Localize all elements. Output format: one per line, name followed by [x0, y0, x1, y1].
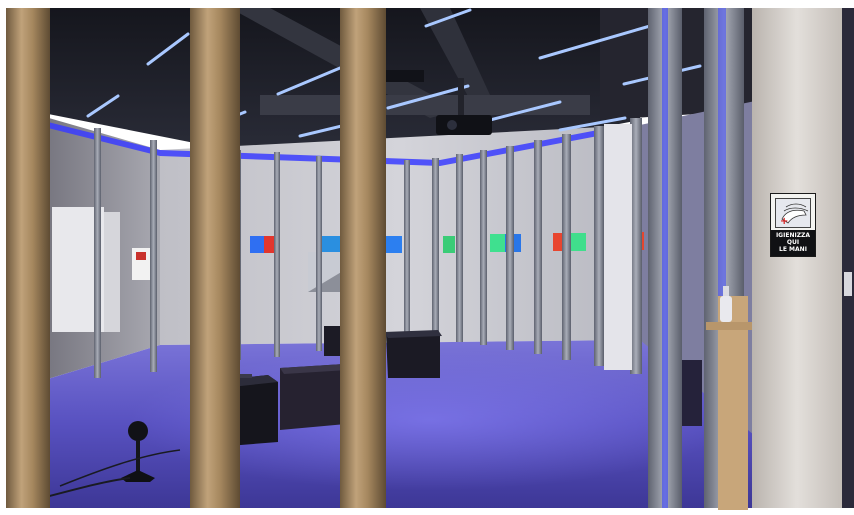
- projector-lens: [447, 120, 457, 130]
- sanitizer-shelf: [706, 322, 752, 330]
- screen-blue: [384, 236, 402, 253]
- metal-post-edge: [662, 8, 668, 508]
- metal-stud: [456, 154, 463, 342]
- metal-stud: [534, 140, 542, 354]
- metal-stud: [480, 150, 487, 345]
- sanitizer-pump: [723, 286, 729, 296]
- sign-line: IGIENIZZA: [775, 232, 811, 239]
- room-photo: [0, 0, 854, 515]
- plinth: [280, 364, 346, 430]
- plinth: [386, 334, 440, 378]
- metal-stud: [594, 126, 604, 366]
- wall-box-label: [136, 252, 146, 260]
- wooden-post: [6, 8, 50, 508]
- microphone-head: [128, 421, 148, 441]
- door-frame: [104, 212, 120, 332]
- microphone-pole: [136, 440, 140, 474]
- sign-line: LE MANI: [779, 246, 807, 253]
- metal-stud: [432, 158, 439, 338]
- exhibition-room-scene: + IGIENIZZA QUI LE MANI: [0, 0, 854, 515]
- metal-stud: [94, 128, 101, 378]
- projector-mount: [458, 78, 464, 116]
- ceiling-fixture: [380, 70, 424, 82]
- hand-sanitize-sign: + IGIENIZZA QUI LE MANI: [770, 193, 816, 257]
- screen-green: [443, 236, 455, 253]
- hand-wash-icon: +: [775, 198, 811, 228]
- plinth-device: [238, 374, 252, 378]
- metal-stud: [316, 156, 322, 351]
- sign-text: IGIENIZZA QUI LE MANI: [771, 230, 815, 256]
- metal-stud: [506, 146, 514, 350]
- sign-line: QUI: [786, 239, 800, 246]
- plinth: [680, 360, 702, 426]
- screen-green: [569, 233, 586, 251]
- red-cross-icon: +: [780, 216, 789, 227]
- screen-green: [490, 234, 505, 252]
- metal-stud: [274, 152, 280, 357]
- concrete-pillar: [752, 8, 842, 508]
- wooden-post: [340, 8, 386, 508]
- projector-body: [436, 115, 492, 135]
- wooden-post: [190, 8, 240, 508]
- white-panel: [604, 124, 632, 370]
- sanitizer-bottle: [720, 296, 732, 322]
- photo-right-edge: [842, 8, 854, 508]
- wall-plate: [844, 272, 852, 296]
- metal-stud: [562, 134, 571, 360]
- metal-stud: [404, 160, 410, 340]
- metal-stud: [150, 140, 157, 372]
- screen-blue: [250, 236, 264, 253]
